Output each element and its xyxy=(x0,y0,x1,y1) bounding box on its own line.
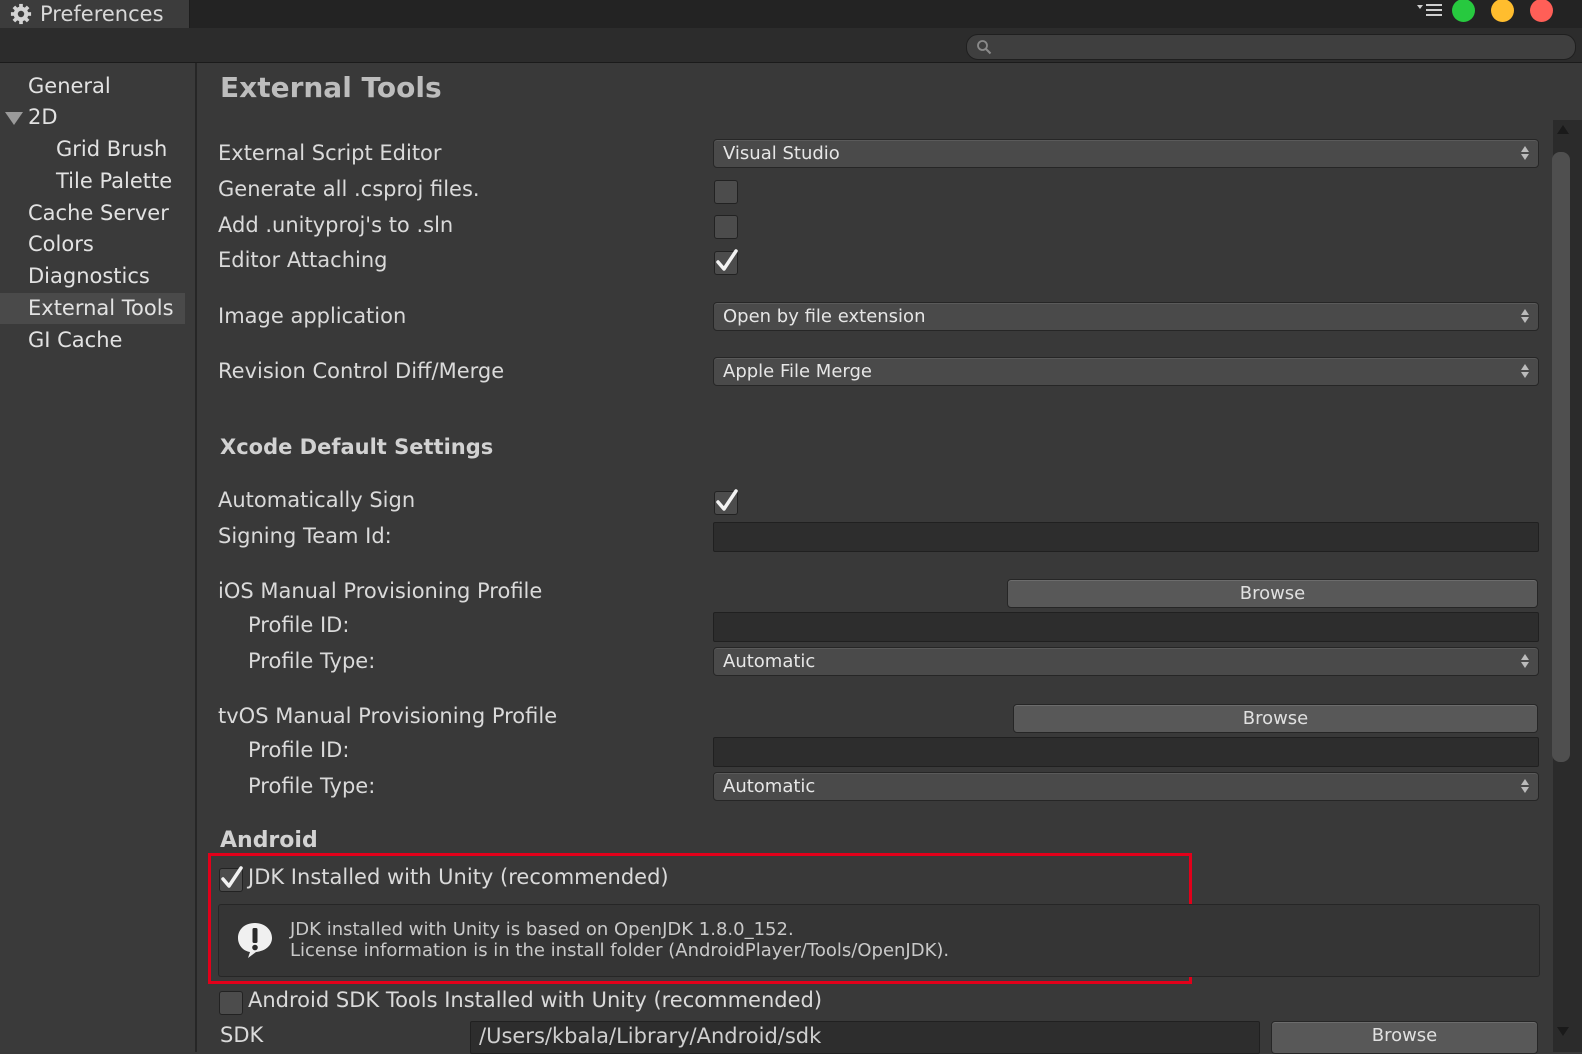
scroll-down-icon[interactable] xyxy=(1557,1027,1569,1037)
xcode-section-header: Xcode Default Settings xyxy=(220,435,494,459)
ios-browse-button[interactable]: Browse xyxy=(1007,579,1538,608)
sidebar-item-colors[interactable]: Colors xyxy=(28,229,94,259)
sidebar-item-general[interactable]: General xyxy=(28,71,111,101)
sidebar-item-external-tools[interactable]: External Tools xyxy=(28,293,174,323)
minimize-button[interactable] xyxy=(1491,0,1514,22)
sdk-tools-label: Android SDK Tools Installed with Unity (… xyxy=(248,988,823,1012)
sdk-label: SDK xyxy=(220,1023,264,1047)
updown-arrow-icon xyxy=(1521,779,1529,793)
add-unityproj-checkbox[interactable] xyxy=(714,215,738,239)
team-id-label: Signing Team Id: xyxy=(218,524,392,548)
sidebar-item-diagnostics[interactable]: Diagnostics xyxy=(28,261,150,291)
android-section-header: Android xyxy=(220,828,318,853)
auto-sign-checkbox[interactable] xyxy=(714,489,738,515)
jdk-info-line2: License information is in the install fo… xyxy=(290,940,950,961)
jdk-label: JDK Installed with Unity (recommended) xyxy=(248,865,669,889)
auto-sign-label: Automatically Sign xyxy=(218,488,416,512)
revision-diff-dropdown[interactable]: Apple File Merge xyxy=(713,357,1539,386)
checkmark-icon xyxy=(716,249,738,271)
editor-attaching-checkbox[interactable] xyxy=(714,249,738,275)
ios-profile-type-label: Profile Type: xyxy=(248,649,376,673)
sdk-path-field[interactable]: /Users/kbala/Library/Android/sdk xyxy=(470,1021,1260,1054)
ios-profile-type-dropdown[interactable]: Automatic xyxy=(713,647,1539,676)
team-id-field[interactable] xyxy=(713,522,1539,552)
sidebar-item-2d[interactable]: 2D xyxy=(28,102,58,132)
updown-arrow-icon xyxy=(1521,654,1529,668)
sdk-path-value: /Users/kbala/Library/Android/sdk xyxy=(479,1024,822,1048)
sidebar-item-cache-server[interactable]: Cache Server xyxy=(28,198,169,228)
checkmark-icon xyxy=(221,866,243,888)
script-editor-dropdown[interactable]: Visual Studio xyxy=(713,139,1539,168)
ios-profile-id-field[interactable] xyxy=(713,612,1539,642)
updown-arrow-icon xyxy=(1521,364,1529,378)
tvos-profile-id-label: Profile ID: xyxy=(248,738,350,762)
tvos-profile-type-label: Profile Type: xyxy=(248,774,376,798)
tvos-profile-label: tvOS Manual Provisioning Profile xyxy=(218,704,558,728)
jdk-info-line1: JDK installed with Unity is based on Ope… xyxy=(290,919,794,940)
jdk-checkbox[interactable] xyxy=(219,866,243,892)
maximize-button[interactable] xyxy=(1452,0,1475,22)
script-editor-value: Visual Studio xyxy=(723,143,840,164)
sidebar-item-tile-palette[interactable]: Tile Palette xyxy=(56,166,172,196)
sidebar-item-grid-brush[interactable]: Grid Brush xyxy=(56,134,167,164)
add-unityproj-label: Add .unityproj's to .sln xyxy=(218,213,454,237)
updown-arrow-icon xyxy=(1521,309,1529,323)
ios-profile-label: iOS Manual Provisioning Profile xyxy=(218,579,543,603)
page-title: External Tools xyxy=(220,71,442,104)
generate-csproj-label: Generate all .csproj files. xyxy=(218,177,480,201)
checkmark-icon xyxy=(716,489,738,511)
revision-diff-label: Revision Control Diff/Merge xyxy=(218,359,505,383)
close-button[interactable] xyxy=(1530,0,1553,22)
scrollbar-thumb[interactable] xyxy=(1552,152,1570,762)
tvos-profile-type-dropdown[interactable]: Automatic xyxy=(713,772,1539,801)
ios-profile-type-value: Automatic xyxy=(723,651,816,672)
updown-arrow-icon xyxy=(1521,146,1529,160)
ios-profile-id-label: Profile ID: xyxy=(248,613,350,637)
generate-csproj-checkbox[interactable] xyxy=(714,180,738,204)
image-application-label: Image application xyxy=(218,304,407,328)
revision-diff-value: Apple File Merge xyxy=(723,361,872,382)
sdk-tools-checkbox[interactable] xyxy=(219,991,243,1015)
expand-triangle-icon[interactable] xyxy=(5,112,23,125)
tvos-profile-type-value: Automatic xyxy=(723,776,816,797)
jdk-info-box: JDK installed with Unity is based on Ope… xyxy=(218,904,1540,977)
search-icon xyxy=(977,40,992,55)
gear-icon xyxy=(10,3,32,25)
script-editor-label: External Script Editor xyxy=(218,141,442,165)
scroll-up-icon[interactable] xyxy=(1557,124,1569,134)
menu-icon[interactable] xyxy=(1417,2,1443,18)
info-icon xyxy=(238,923,272,958)
sdk-browse-button[interactable]: Browse xyxy=(1271,1021,1538,1054)
tvos-browse-button[interactable]: Browse xyxy=(1013,704,1538,733)
tvos-profile-id-field[interactable] xyxy=(713,737,1539,767)
title-bar xyxy=(0,0,1582,28)
image-application-dropdown[interactable]: Open by file extension xyxy=(713,302,1539,331)
editor-attaching-label: Editor Attaching xyxy=(218,248,388,272)
search-input[interactable] xyxy=(966,34,1576,60)
image-application-value: Open by file extension xyxy=(723,306,926,327)
preferences-tab[interactable]: Preferences xyxy=(0,0,190,28)
sidebar-item-gi-cache[interactable]: GI Cache xyxy=(28,325,122,355)
window-title: Preferences xyxy=(40,2,164,26)
